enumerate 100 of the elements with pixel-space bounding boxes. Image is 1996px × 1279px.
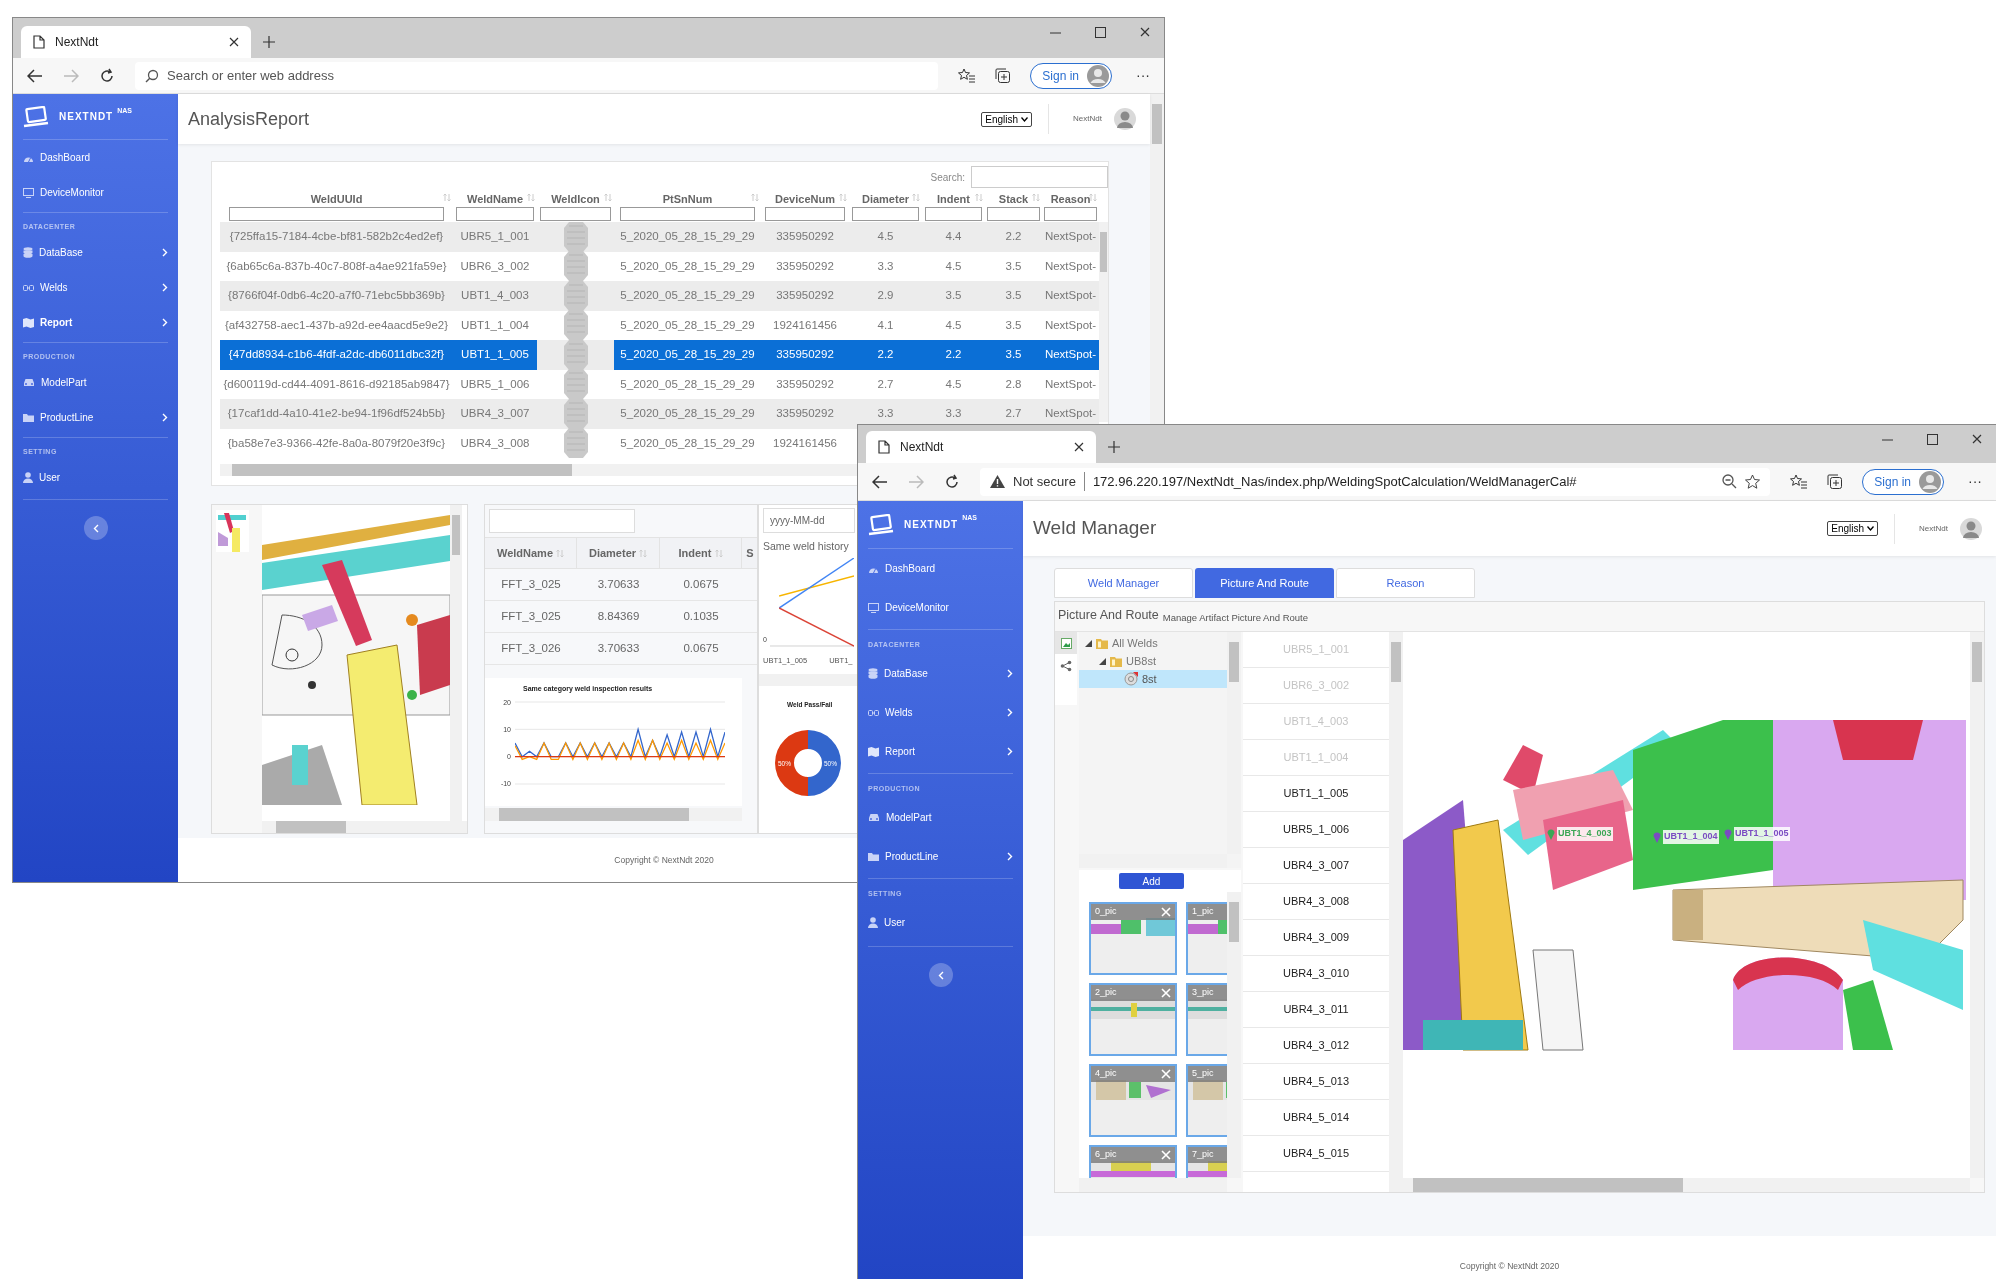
column-header[interactable]: Indent (678, 544, 712, 562)
add-button[interactable]: Add (1119, 873, 1184, 889)
scrollbar[interactable] (485, 808, 742, 821)
date-field[interactable]: yyyy-MM-dd (763, 508, 855, 533)
column-header[interactable]: S (746, 544, 754, 562)
tree-item[interactable]: UB8st (1079, 652, 1227, 670)
picture-thumbnail[interactable]: 6_pic (1089, 1145, 1177, 1178)
sidebar-item[interactable]: Welds (868, 693, 1013, 732)
reload-icon[interactable] (99, 67, 115, 84)
collapse-button[interactable] (928, 963, 953, 987)
scrollbar[interactable] (1970, 632, 1984, 1178)
filter-field[interactable] (456, 207, 534, 221)
search-field[interactable] (489, 509, 635, 533)
filter-field[interactable] (764, 207, 846, 221)
expand-toggle[interactable] (1099, 657, 1106, 665)
more-button[interactable]: ··· (1964, 471, 1986, 492)
browser-tab[interactable]: NextNdt (21, 26, 251, 58)
new-tab-icon[interactable] (263, 36, 275, 48)
sidebar-item[interactable]: DashBoard (23, 140, 168, 175)
zoom-out-icon[interactable] (1722, 474, 1738, 489)
sidebar-item[interactable]: DashBoard (868, 549, 1013, 588)
picture-thumbnail[interactable]: 2_pic (1089, 983, 1177, 1056)
reload-icon[interactable] (944, 473, 960, 490)
scrollbar[interactable] (1403, 1178, 1970, 1192)
back-icon[interactable] (872, 474, 888, 489)
filter-field[interactable] (1044, 207, 1097, 221)
sidebar-item[interactable]: ProductLine (868, 837, 1013, 876)
star-icon[interactable] (1745, 474, 1761, 489)
column-header[interactable]: WeldUUId (310, 192, 363, 207)
tab[interactable]: Picture And Route (1195, 568, 1334, 598)
share-icon[interactable] (1060, 660, 1072, 672)
picture-thumbnail[interactable]: 3_pic (1186, 983, 1227, 1056)
new-tab-icon[interactable] (1108, 441, 1120, 453)
back-icon[interactable] (27, 68, 43, 83)
picture-thumbnail[interactable]: 7_pic (1186, 1145, 1227, 1178)
maximize-icon[interactable] (1095, 26, 1106, 38)
column-header[interactable]: Diameter (588, 544, 637, 562)
sidebar-item[interactable]: Welds (23, 270, 168, 305)
image-icon[interactable] (1060, 637, 1072, 649)
forward-icon[interactable] (908, 474, 924, 489)
picture-thumbnail[interactable]: 5_pic (1186, 1064, 1227, 1137)
column-header[interactable]: WeldIcon (551, 192, 600, 207)
sidebar-item[interactable]: ProductLine (23, 400, 168, 435)
column-header[interactable]: PtSnNum (662, 192, 713, 207)
sidebar-item[interactable]: DataBase (23, 235, 168, 270)
forward-icon[interactable] (63, 68, 79, 83)
scrollbar[interactable] (1099, 222, 1108, 422)
sort-icon[interactable] (443, 193, 451, 202)
scrollbar[interactable] (220, 464, 857, 476)
column-header[interactable]: Diameter (861, 192, 910, 207)
close-icon[interactable] (1972, 434, 1982, 444)
close-icon[interactable] (229, 37, 239, 47)
filter-field[interactable] (540, 207, 611, 221)
close-icon[interactable] (1140, 27, 1150, 37)
sidebar-item[interactable]: DataBase (868, 654, 1013, 693)
sidebar-item[interactable]: DeviceMonitor (23, 175, 168, 210)
sort-icon[interactable] (751, 193, 759, 202)
column-header[interactable]: Reason (1050, 192, 1091, 207)
more-button[interactable]: ··· (1132, 65, 1154, 86)
maximize-icon[interactable] (1927, 433, 1938, 445)
filter-field[interactable] (619, 207, 756, 221)
table-row[interactable]: {8766f04f-0db6-4c20-a7f0-71ebc5bb369b} UBT1_4_003 5_2020_05_28_15_29_29 335950292 2.9 3.5 3.5 NextSpot- (220, 281, 1099, 311)
sign-in-button[interactable]: Sign in (1862, 468, 1944, 495)
browser-tab[interactable]: NextNdt (866, 431, 1096, 463)
sidebar-item[interactable]: Report (23, 305, 168, 340)
table-row[interactable]: {17caf1dd-4a10-41e2-be94-1f96df524b5b} UBR4_3_007 5_2020_05_28_15_29_29 335950292 3.3 3.3 2.7 NextSpot- (220, 399, 1099, 429)
sidebar-item[interactable]: User (868, 903, 1013, 942)
sort-icon[interactable] (912, 193, 920, 202)
scrollbar[interactable] (1150, 94, 1164, 424)
filter-field[interactable] (924, 207, 983, 221)
scrollbar[interactable] (1389, 632, 1403, 1192)
column-header[interactable]: Stack (998, 192, 1029, 207)
sidebar-item[interactable]: ModelPart (23, 365, 168, 400)
address-bar[interactable]: Not secure 172.96.220.197/NextNdt_Nas/index.php/WeldingSpotCalculation/WeldManagerCal# (980, 467, 1771, 496)
tab[interactable]: Weld Manager (1054, 568, 1193, 598)
avatar-icon[interactable] (1960, 515, 1982, 542)
sidebar-item[interactable]: DeviceMonitor (868, 588, 1013, 627)
sort-icon[interactable] (975, 193, 983, 202)
language-select[interactable]: English (1827, 521, 1879, 536)
collapse-button[interactable] (83, 516, 108, 540)
picture-thumbnail[interactable]: 0_pic (1089, 902, 1177, 975)
column-header[interactable]: WeldName (466, 192, 523, 207)
scrollbar[interactable] (1227, 892, 1241, 1178)
language-select[interactable]: English (981, 111, 1033, 127)
scrollbar[interactable] (262, 821, 467, 833)
picture-thumbnail[interactable]: 1_pic (1186, 902, 1227, 975)
search-field[interactable] (971, 166, 1108, 188)
sort-icon[interactable] (839, 193, 847, 202)
close-icon[interactable] (1074, 442, 1084, 452)
sidebar-item[interactable]: ModelPart (868, 798, 1013, 837)
sidebar-item[interactable]: User (23, 460, 168, 495)
picture-thumbnail[interactable]: 4_pic (1089, 1064, 1177, 1137)
table-row[interactable]: {725ffa15-7184-4cbe-bf81-582b2c4ed2ef} UBR5_1_001 5_2020_05_28_15_29_29 335950292 4.5 4.4 2.2 NextSpot- (220, 222, 1099, 252)
sort-icon[interactable] (527, 193, 535, 202)
tree-item[interactable]: All Welds (1079, 634, 1227, 652)
sign-in-button[interactable]: Sign in (1030, 62, 1112, 89)
avatar-icon[interactable] (1114, 106, 1136, 132)
table-row[interactable]: {d600119d-cd44-4091-8616-d92185ab9847} UBR5_1_006 5_2020_05_28_15_29_29 335950292 2.7 4.5 2.8 NextSpot- (220, 369, 1099, 399)
sort-icon[interactable] (604, 193, 612, 202)
collections-icon[interactable] (995, 68, 1011, 83)
